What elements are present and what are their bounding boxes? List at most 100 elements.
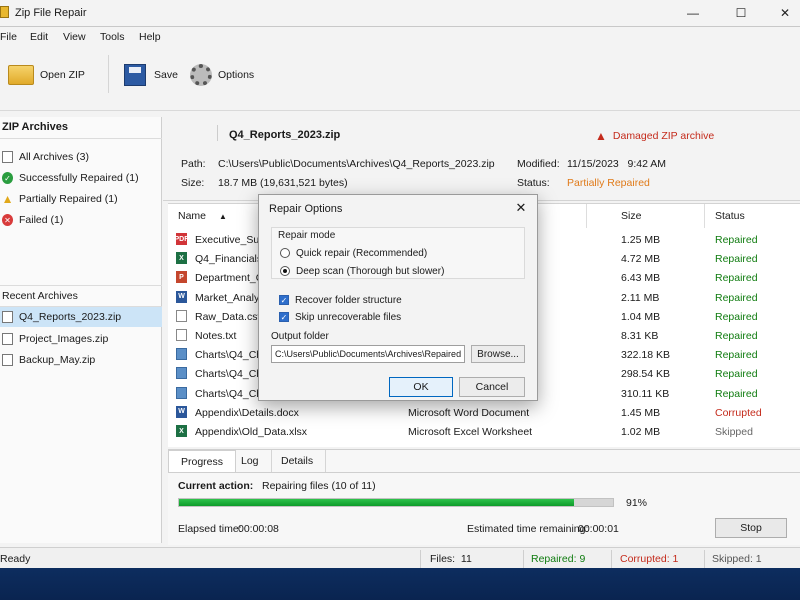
current-action-value: Repairing files (10 of 11): [262, 480, 376, 492]
title-bar: Zip File Repair — ☐ ✕: [0, 0, 800, 26]
file-status: Repaired: [715, 291, 758, 304]
archive-info-panel: Q4_Reports_2023.zip ▲ Damaged ZIP archiv…: [163, 117, 800, 201]
taskbar: [0, 568, 800, 600]
xls-file-icon: X: [176, 425, 187, 437]
recent-archive-label: Q4_Reports_2023.zip: [19, 311, 122, 323]
progress-percent: 91%: [626, 497, 648, 509]
close-button[interactable]: ✕: [762, 0, 800, 26]
status-label: Status:: [517, 177, 550, 189]
maximize-button[interactable]: ☐: [718, 0, 764, 26]
file-size: 322.18 KB: [621, 349, 671, 362]
repair-options-dialog: Repair Options ✕ Repair mode Quick repai…: [258, 194, 538, 401]
column-header-status[interactable]: Status: [715, 210, 745, 222]
toolbar-separator: [108, 55, 109, 93]
sort-ascending-icon: ▲: [218, 212, 227, 221]
quick-repair-label: Quick repair (Recommended): [296, 247, 428, 259]
check-circle-icon: ✓: [2, 172, 13, 184]
dialog-close-button[interactable]: ✕: [511, 199, 531, 217]
file-status: Repaired: [715, 368, 758, 381]
file-size: 1.25 MB: [621, 234, 661, 246]
progress-panel: Progress Log Details Current action: Rep…: [168, 449, 800, 545]
browse-button[interactable]: Browse...: [471, 345, 525, 363]
recent-archive-item[interactable]: Project_Images.zip: [0, 329, 162, 349]
column-header-name[interactable]: Name ▲: [178, 210, 227, 222]
file-size: 8.31 KB: [621, 330, 659, 342]
file-status: Repaired: [715, 387, 758, 400]
deep-scan-option[interactable]: Deep scan (Thorough but slower): [280, 264, 444, 278]
status-divider: [420, 550, 421, 568]
file-name: Appendix\Details.docx: [195, 406, 299, 419]
quick-repair-option[interactable]: Quick repair (Recommended): [280, 246, 427, 260]
save-button[interactable]: Save: [124, 55, 178, 95]
cancel-button[interactable]: Cancel: [459, 377, 525, 397]
file-name: Appendix\Old_Data.xlsx: [195, 426, 308, 438]
status-bar: Ready Files: 11 Repaired: 9 Corrupted: 1…: [0, 547, 800, 569]
column-header-size[interactable]: Size: [621, 210, 641, 222]
menu-edit[interactable]: Edit: [30, 31, 48, 43]
gear-icon: [190, 64, 212, 86]
skip-unrecoverable-label: Skip unrecoverable files: [295, 311, 402, 323]
skip-unrecoverable-checkbox[interactable]: ✓ Skip unrecoverable files: [279, 310, 401, 324]
file-status: Repaired: [715, 310, 758, 323]
menu-tools[interactable]: Tools: [100, 31, 125, 43]
path-label: Path:: [181, 158, 206, 170]
column-separator: [586, 204, 587, 228]
recover-folders-checkbox[interactable]: ✓ Recover folder structure: [279, 293, 402, 307]
open-zip-button[interactable]: Open ZIP: [8, 55, 85, 95]
dialog-title: Repair Options: [269, 203, 343, 215]
img-file-icon: [176, 386, 187, 399]
tab-details[interactable]: Details: [269, 450, 327, 472]
modified-label: Modified:: [517, 158, 560, 170]
file-status: Repaired: [715, 272, 758, 285]
progress-fill: [179, 499, 574, 506]
status-divider: [704, 550, 705, 568]
open-zip-label: Open ZIP: [40, 69, 85, 81]
output-folder-input[interactable]: C:\Users\Public\Documents\Archives\Repai…: [271, 345, 465, 363]
file-size: 2.11 MB: [621, 291, 660, 304]
tab-divider: [168, 472, 800, 473]
status-value: Partially Repaired: [567, 177, 650, 189]
filter-partially-repaired[interactable]: ▲ Partially Repaired (1): [0, 189, 162, 209]
txt-file-icon: [176, 329, 187, 341]
filter-failed[interactable]: ✕ Failed (1): [0, 210, 162, 230]
options-button[interactable]: Options: [190, 55, 254, 95]
menu-file[interactable]: File: [0, 31, 17, 43]
file-type: Microsoft Word Document: [408, 406, 530, 419]
status-ready: Ready: [0, 553, 31, 565]
folder-open-icon: [8, 65, 34, 85]
file-status: Skipped: [715, 426, 753, 438]
checkmark-icon[interactable]: ✓: [279, 295, 289, 305]
recent-archive-item[interactable]: Q4_Reports_2023.zip: [0, 307, 162, 327]
radio-button[interactable]: [280, 248, 290, 258]
size-label: Size:: [181, 177, 205, 189]
file-status: Repaired: [715, 234, 758, 246]
remaining-label: Estimated time remaining:: [467, 523, 589, 535]
ppt-file-icon: P: [176, 271, 187, 284]
file-size: 1.45 MB: [621, 406, 661, 419]
menu-view[interactable]: View: [63, 31, 86, 43]
filter-label: Successfully Repaired (1): [19, 172, 139, 184]
modified-value: 11/15/2023 9:42 AM: [567, 158, 667, 170]
elapsed-label: Elapsed time:: [178, 523, 242, 535]
table-row[interactable]: W Appendix\Details.docx Microsoft Word Doc…: [168, 403, 800, 422]
stop-button[interactable]: Stop: [715, 518, 787, 538]
radio-button[interactable]: [280, 266, 290, 276]
menu-help[interactable]: Help: [139, 31, 161, 43]
tab-progress[interactable]: Progress: [168, 450, 237, 472]
minimize-button[interactable]: —: [670, 0, 716, 26]
filter-all-archives[interactable]: All Archives (3): [0, 147, 162, 167]
filter-label: All Archives (3): [19, 151, 90, 163]
warning-icon: ▲: [1, 192, 14, 206]
tab-log[interactable]: Log: [229, 450, 272, 472]
filter-successfully-repaired[interactable]: ✓ Successfully Repaired (1): [0, 168, 162, 188]
column-name-label: Name: [178, 210, 207, 222]
size-value: 18.7 MB (19,631,521 bytes): [218, 177, 348, 189]
doc-file-icon: W: [176, 405, 187, 418]
table-row[interactable]: X Appendix\Old_Data.xlsx Microsoft Excel W…: [168, 422, 800, 441]
warning-icon: ▲: [595, 129, 607, 143]
recent-archive-item[interactable]: Backup_May.zip: [0, 350, 162, 370]
save-icon: [124, 64, 146, 86]
checkmark-icon[interactable]: ✓: [279, 312, 289, 322]
zip-file-icon: [2, 333, 13, 345]
ok-button[interactable]: OK: [389, 377, 453, 397]
